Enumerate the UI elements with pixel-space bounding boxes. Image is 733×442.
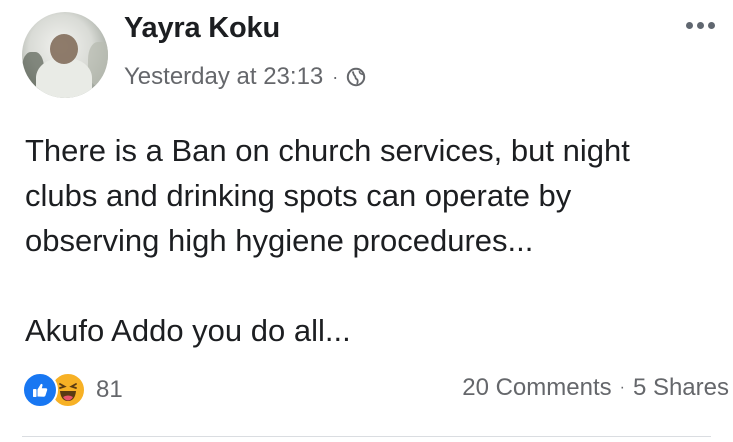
post-text: There is a Ban on church services, but n…: [25, 128, 715, 353]
engagement-stats: 20 Comments · 5 Shares: [462, 374, 729, 402]
post-meta: Yesterday at 23:13 ·: [124, 62, 366, 92]
reaction-count: 81: [96, 376, 123, 403]
shares-link[interactable]: 5 Shares: [633, 374, 729, 402]
post-text-line: Akufo Addo you do all...: [25, 313, 351, 348]
globe-icon: [347, 67, 366, 87]
post-text-line: There is a Ban on church services, but n…: [25, 133, 630, 168]
post-text-line: clubs and drinking spots can operate by: [25, 178, 572, 213]
post-timestamp[interactable]: Yesterday at 23:13: [124, 63, 323, 91]
stats-separator: ·: [619, 379, 625, 396]
avatar[interactable]: [22, 12, 108, 98]
post-text-line: observing high hygiene procedures...: [25, 223, 534, 258]
more-options-icon[interactable]: [686, 22, 715, 29]
divider: [22, 436, 711, 437]
meta-separator: ·: [332, 66, 339, 87]
like-icon: [22, 372, 58, 408]
comments-link[interactable]: 20 Comments: [462, 374, 611, 402]
author-name[interactable]: Yayra Koku: [124, 12, 280, 45]
reactions-summary[interactable]: 81: [22, 372, 123, 408]
